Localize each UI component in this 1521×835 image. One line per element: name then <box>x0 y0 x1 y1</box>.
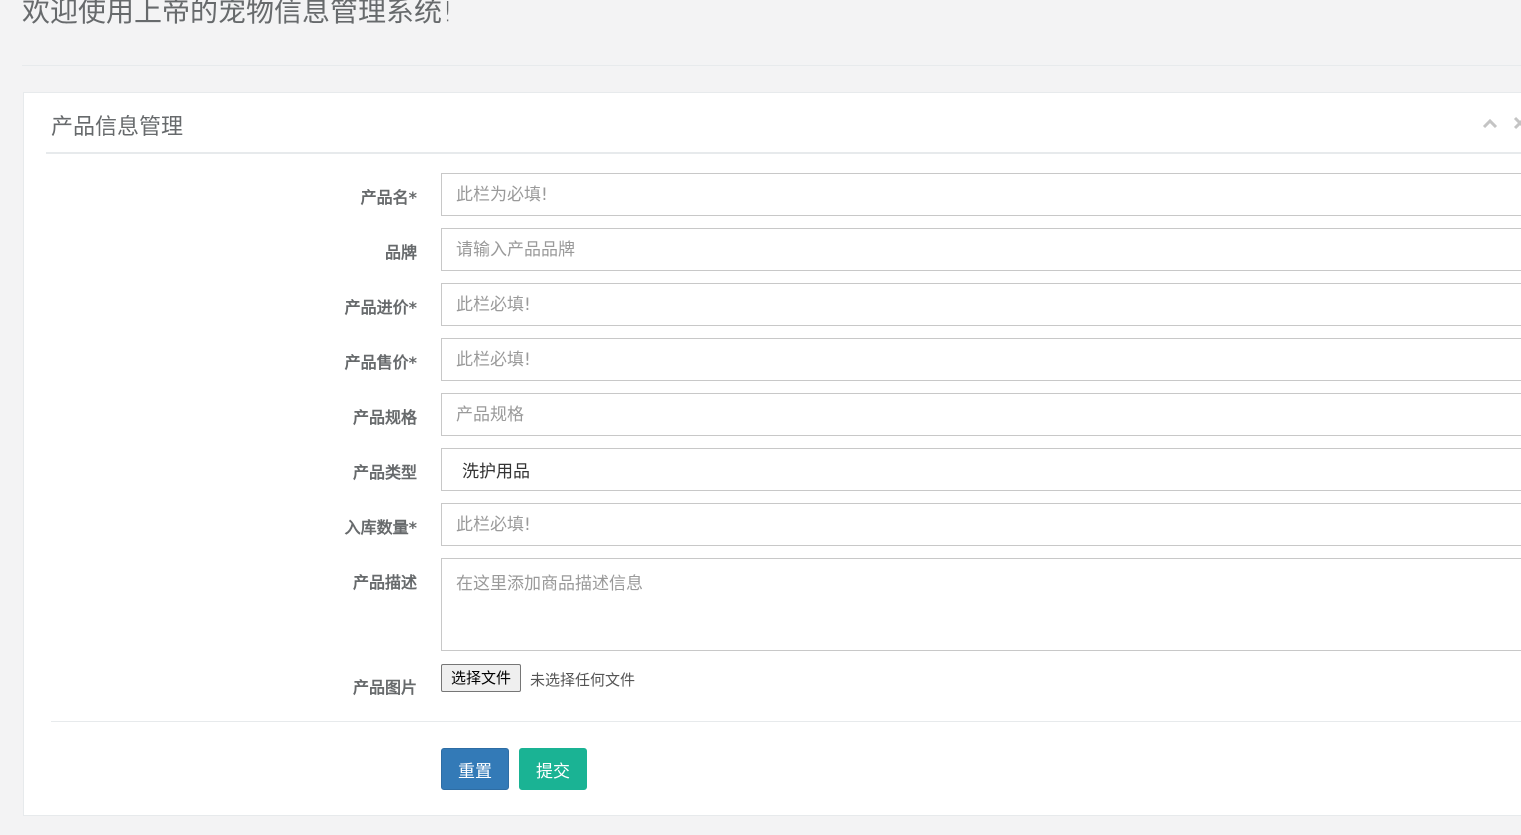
title-divider <box>22 65 1521 66</box>
stock-label: 入库数量* <box>344 518 417 537</box>
description-textarea[interactable] <box>441 558 1521 651</box>
sale-price-input[interactable] <box>441 338 1521 381</box>
reset-button[interactable]: 重置 <box>441 748 509 790</box>
form-divider <box>51 721 1521 722</box>
file-status-text: 未选择任何文件 <box>530 671 636 689</box>
product-info-panel: 产品信息管理 产品名* 品牌 产品进价* 产品售价* 产品规格 产品类型 洗护用… <box>23 92 1521 816</box>
brand-label: 品牌 <box>384 243 417 262</box>
product-type-select[interactable]: 洗护用品 <box>441 448 1521 491</box>
spec-label: 产品规格 <box>352 408 417 427</box>
page-title: 欢迎使用上帝的宠物信息管理系统! <box>22 0 454 28</box>
product-name-input[interactable] <box>441 173 1521 216</box>
name-label: 产品名* <box>360 188 417 207</box>
brand-input[interactable] <box>441 228 1521 271</box>
sale-price-label: 产品售价* <box>344 353 417 372</box>
purchase-price-input[interactable] <box>441 283 1521 326</box>
close-icon[interactable] <box>1510 113 1521 133</box>
image-label: 产品图片 <box>352 678 417 697</box>
type-label: 产品类型 <box>352 463 417 482</box>
choose-file-button[interactable]: 选择文件 <box>441 664 522 692</box>
purchase-price-label: 产品进价* <box>344 298 417 317</box>
panel-title: 产品信息管理 <box>51 115 184 140</box>
stock-quantity-input[interactable] <box>441 503 1521 546</box>
product-type-selected: 洗护用品 <box>462 462 530 482</box>
description-label: 产品描述 <box>352 573 417 592</box>
submit-button[interactable]: 提交 <box>519 748 587 790</box>
spec-input[interactable] <box>441 393 1521 436</box>
chevron-up-icon[interactable] <box>1480 113 1500 133</box>
panel-header: 产品信息管理 <box>46 93 1521 154</box>
panel-tools <box>1480 113 1521 133</box>
